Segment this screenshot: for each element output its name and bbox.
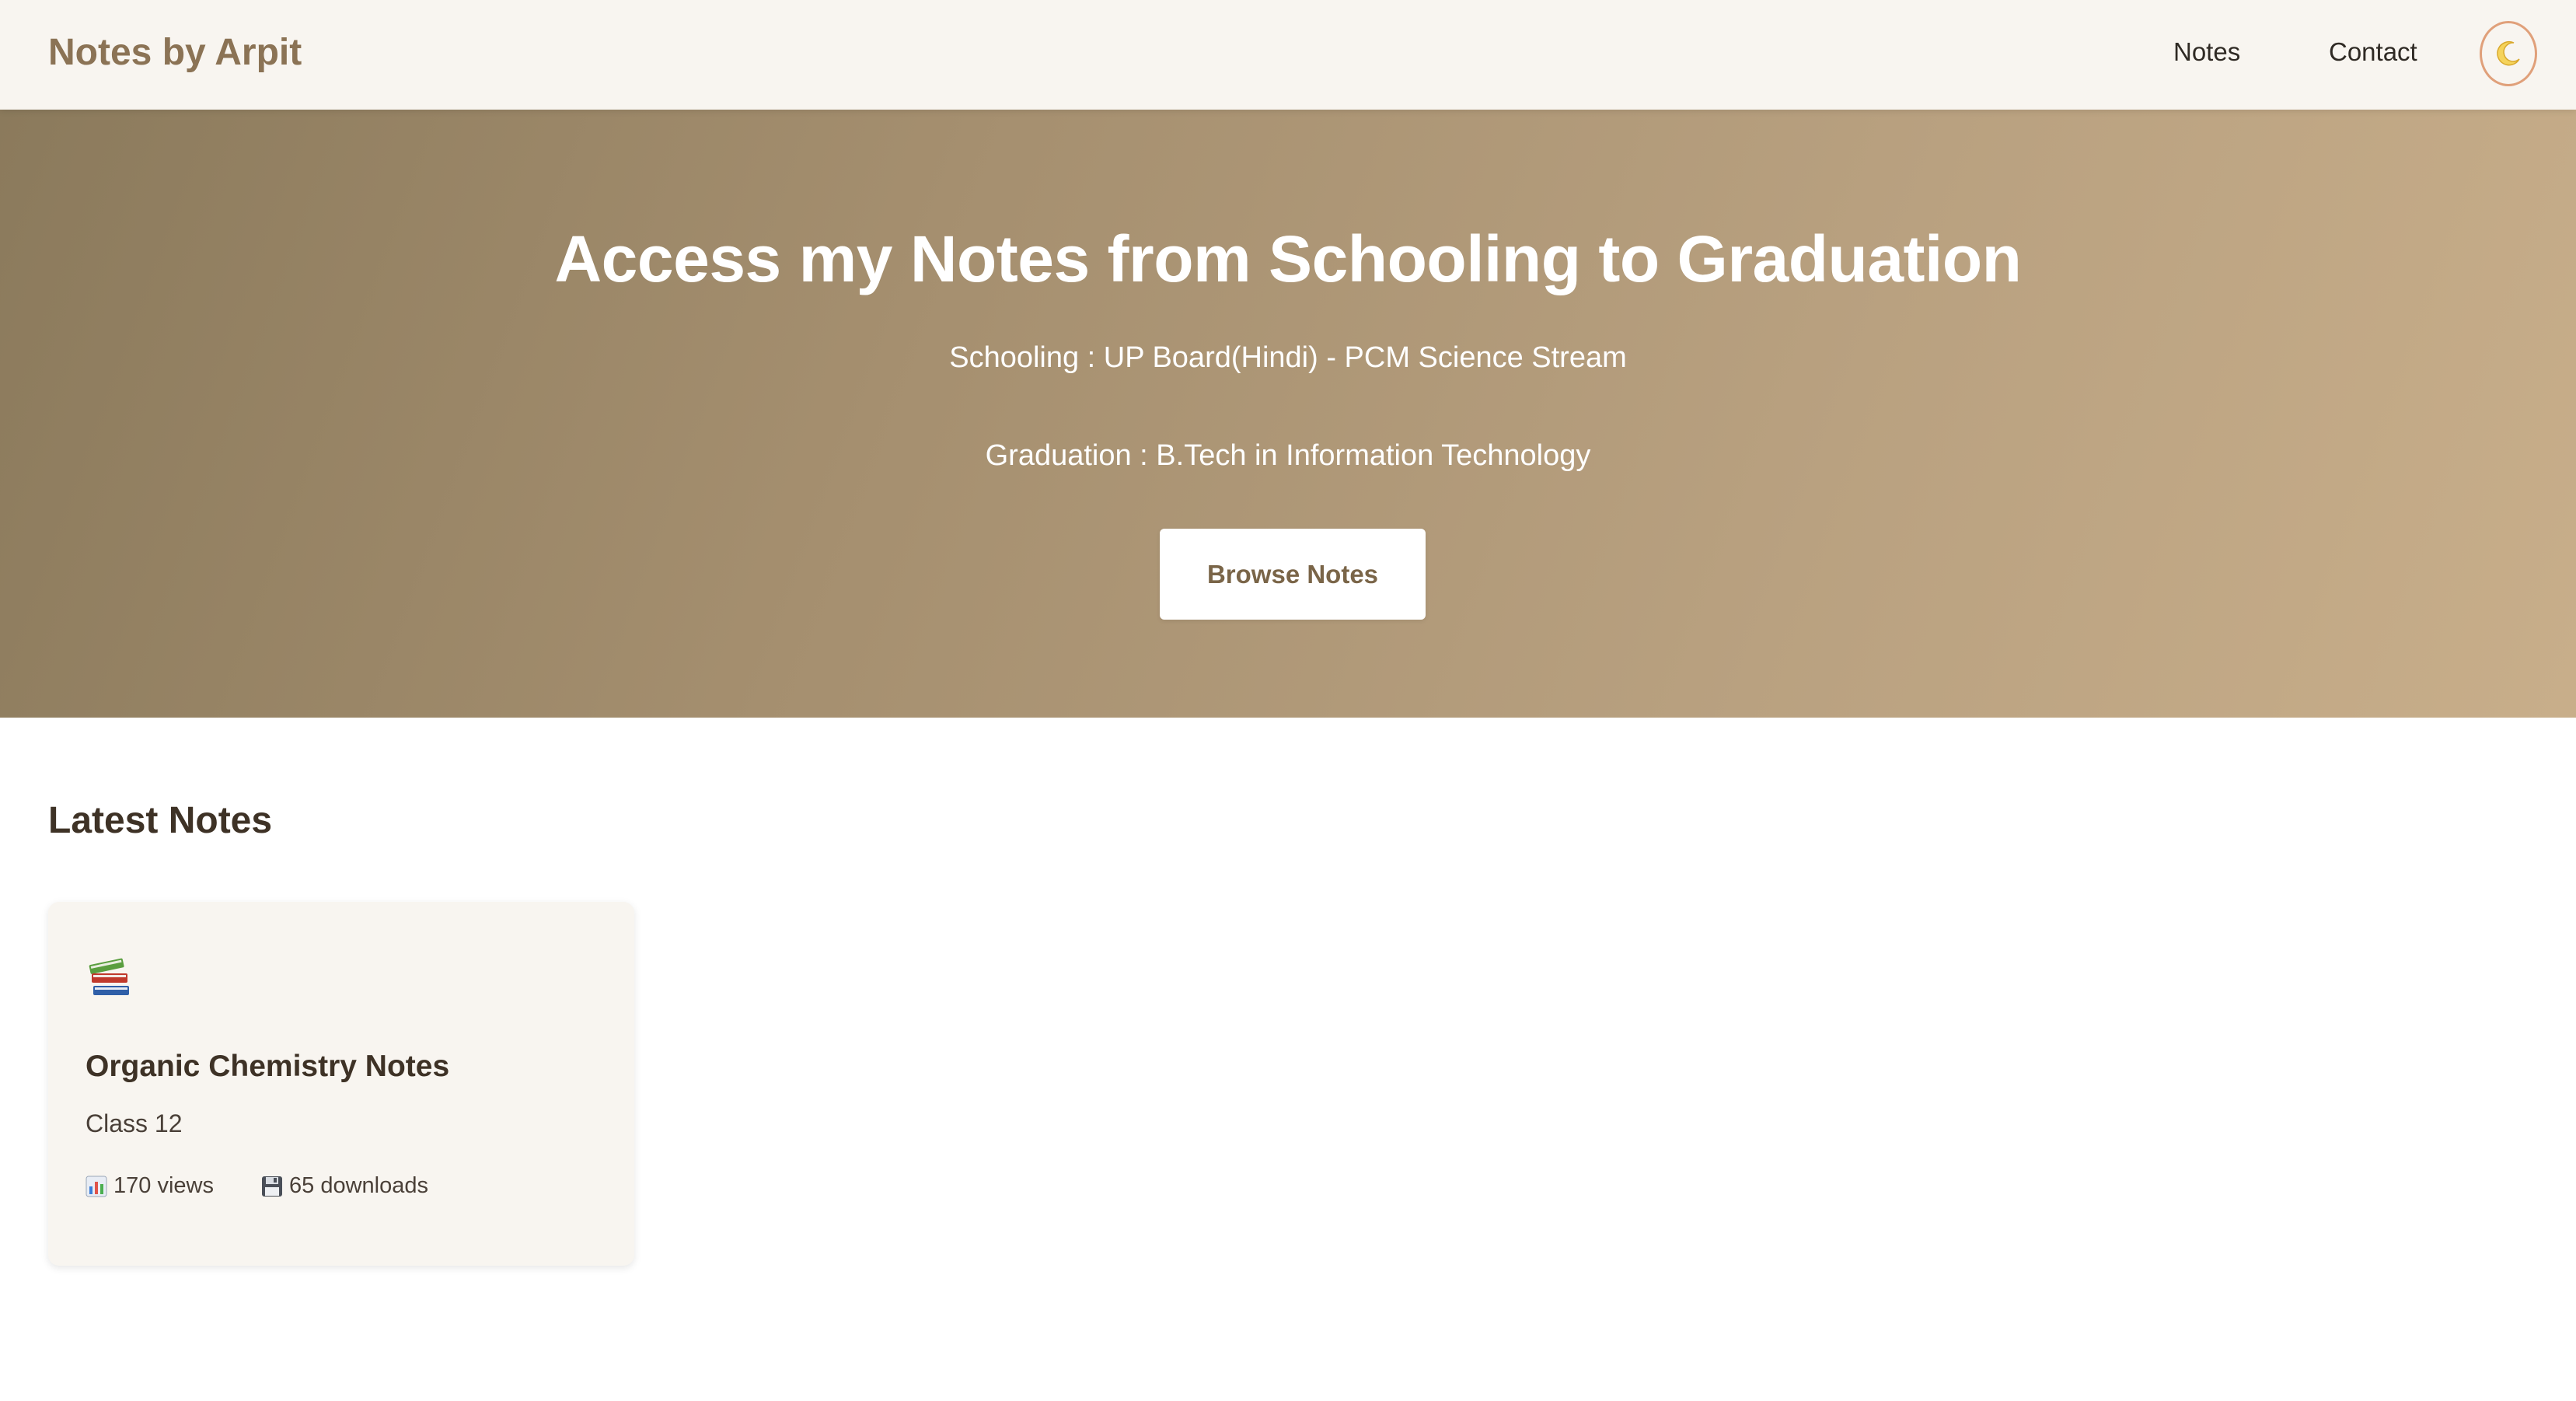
note-views: 170 views [86,1173,214,1199]
page: Notes by Arpit Notes Contact Access my N… [0,0,2576,1401]
floppy-disk-icon [262,1176,282,1197]
browse-notes-button[interactable]: Browse Notes [1160,529,1426,620]
bar-chart-icon [86,1176,107,1197]
nav-link-notes[interactable]: Notes [2173,37,2240,67]
hero-title: Access my Notes from Schooling to Gradua… [554,222,2023,295]
hero-section: Access my Notes from Schooling to Gradua… [0,110,2576,718]
books-icon [89,958,129,995]
theme-toggle-button[interactable] [2480,21,2537,86]
note-card[interactable]: Organic Chemistry Notes Class 12 170 vie… [48,902,634,1266]
latest-notes-heading: Latest Notes [48,800,273,841]
hero-graduation-text: Graduation : B.Tech in Information Techn… [985,439,1591,472]
note-downloads: 65 downloads [261,1173,428,1199]
note-title: Organic Chemistry Notes [86,1050,450,1083]
moon-icon [2497,40,2520,66]
note-class: Class 12 [86,1109,183,1137]
nav-link-contact[interactable]: Contact [2329,37,2417,67]
note-views-text: 170 views [113,1173,214,1198]
hero-schooling-text: Schooling : UP Board(Hindi) - PCM Scienc… [949,341,1627,374]
brand-logo[interactable]: Notes by Arpit [48,31,302,74]
note-downloads-text: 65 downloads [289,1173,428,1198]
navbar: Notes by Arpit Notes Contact [0,0,2576,110]
